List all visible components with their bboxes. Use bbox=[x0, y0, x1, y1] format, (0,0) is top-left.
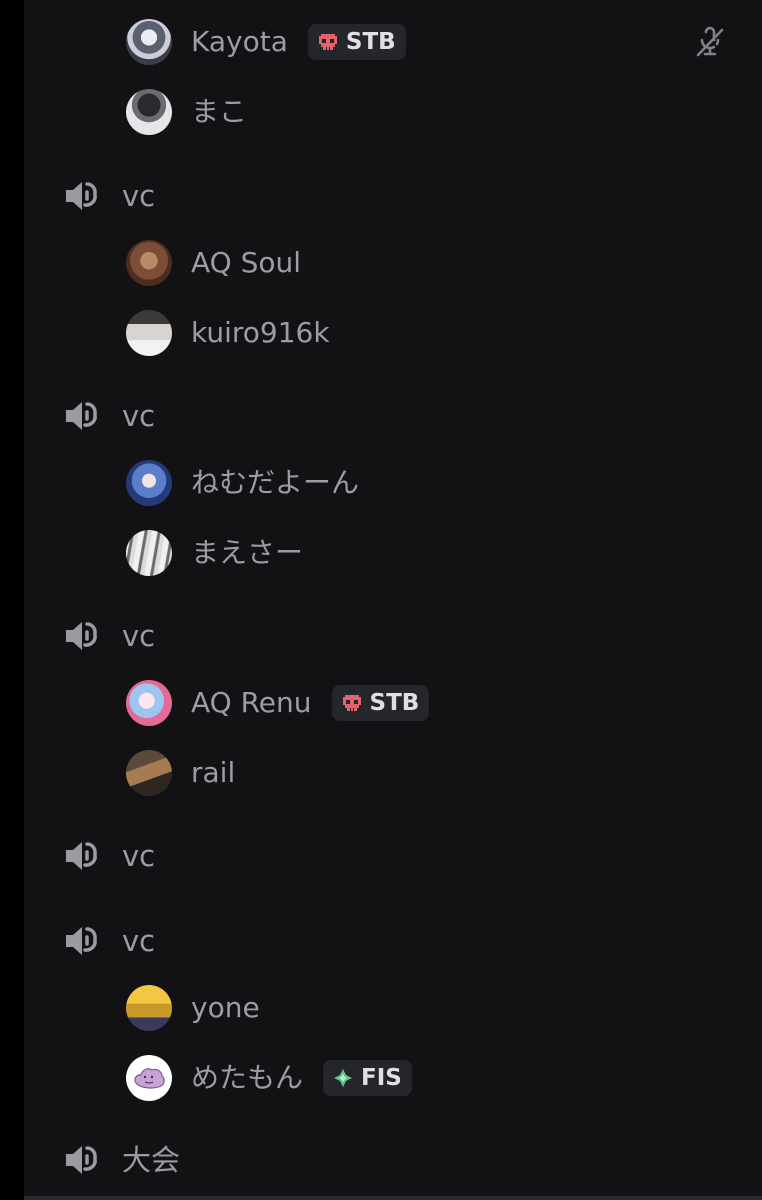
bottom-divider bbox=[24, 1196, 762, 1200]
member-name: まこ bbox=[191, 95, 248, 128]
server-tag-label: FIS bbox=[361, 1064, 402, 1091]
speaker-icon bbox=[62, 396, 102, 436]
avatar bbox=[126, 240, 172, 286]
channel-name: vc bbox=[122, 838, 156, 873]
muted-mic-icon bbox=[696, 26, 724, 57]
voice-member-kuiro916k[interactable]: kuiro916k bbox=[126, 309, 330, 357]
server-tag[interactable]: FIS bbox=[323, 1060, 412, 1096]
avatar bbox=[126, 750, 172, 796]
voice-channel-vc[interactable]: vc bbox=[62, 394, 155, 438]
member-name: Kayota bbox=[191, 25, 288, 58]
avatar bbox=[126, 680, 172, 726]
voice-member-aq-soul[interactable]: AQ Soul bbox=[126, 239, 301, 287]
voice-member-rail[interactable]: rail bbox=[126, 749, 235, 797]
channel-name: 大会 bbox=[122, 1142, 181, 1177]
member-name: rail bbox=[191, 756, 236, 789]
member-name: ねむだよーん bbox=[191, 466, 360, 499]
server-tag-label: STB bbox=[345, 28, 396, 55]
member-name: まえさー bbox=[191, 536, 304, 569]
speaker-icon bbox=[62, 836, 102, 876]
avatar bbox=[126, 89, 172, 135]
speaker-icon bbox=[62, 921, 102, 961]
speaker-icon bbox=[62, 616, 102, 656]
voice-channel-vc[interactable]: vc bbox=[62, 614, 155, 658]
skull-icon bbox=[316, 30, 340, 54]
avatar bbox=[126, 460, 172, 506]
server-tag-label: STB bbox=[369, 689, 420, 716]
channel-name: vc bbox=[122, 178, 156, 213]
voice-member-nemudayon[interactable]: ねむだよーん bbox=[126, 459, 359, 507]
voice-member-mako[interactable]: まこ bbox=[126, 88, 247, 136]
channel-name: vc bbox=[122, 398, 156, 433]
server-tag[interactable]: STB bbox=[307, 24, 406, 60]
voice-channel-taikai[interactable]: 大会 bbox=[62, 1138, 180, 1182]
member-name: yone bbox=[191, 991, 260, 1024]
voice-member-aq-renu[interactable]: AQ Renu STB bbox=[126, 679, 430, 727]
voice-member-maesa[interactable]: まえさー bbox=[126, 529, 303, 577]
voice-channel-vc[interactable]: vc bbox=[62, 919, 155, 963]
left-border bbox=[0, 0, 24, 1200]
member-name: kuiro916k bbox=[191, 316, 330, 349]
voice-member-metamon[interactable]: めたもん FIS bbox=[126, 1054, 412, 1102]
channel-name: vc bbox=[122, 923, 156, 958]
voice-channel-vc[interactable]: vc bbox=[62, 174, 155, 218]
speaker-icon bbox=[62, 1140, 102, 1180]
voice-member-kayota[interactable]: Kayota STB bbox=[126, 18, 406, 66]
speaker-icon bbox=[62, 176, 102, 216]
skull-icon bbox=[340, 691, 364, 715]
channel-name: vc bbox=[122, 618, 156, 653]
avatar bbox=[126, 985, 172, 1031]
diamond-sparkle-icon bbox=[331, 1066, 355, 1090]
member-name: AQ Soul bbox=[191, 246, 302, 279]
voice-channel-vc[interactable]: vc bbox=[62, 834, 155, 878]
avatar bbox=[126, 1055, 172, 1101]
member-name: めたもん bbox=[191, 1061, 304, 1094]
voice-member-yone[interactable]: yone bbox=[126, 984, 260, 1032]
ditto-icon bbox=[134, 1068, 165, 1089]
avatar bbox=[126, 530, 172, 576]
member-name: AQ Renu bbox=[191, 686, 312, 719]
server-tag[interactable]: STB bbox=[331, 685, 430, 721]
avatar bbox=[126, 19, 172, 65]
avatar bbox=[126, 310, 172, 356]
